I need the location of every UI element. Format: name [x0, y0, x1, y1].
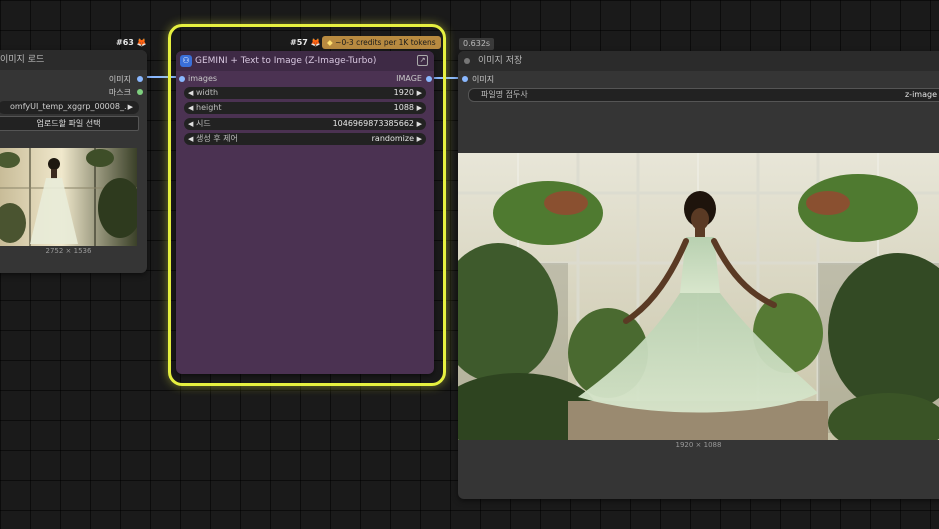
fox-icon: 🦊 [136, 38, 147, 47]
save-image-node-header[interactable]: 이미지 저장 [458, 51, 939, 71]
filename-arrow-right-icon[interactable]: ▶ [128, 101, 133, 113]
input-label-image: 이미지 [472, 75, 495, 84]
width-widget[interactable]: ◀ width 1920 ▶ [184, 87, 426, 99]
filename-combo[interactable]: omfyUI_temp_xggrp_00008_. ▶ [0, 101, 139, 114]
output-label-image-upper: IMAGE [396, 74, 422, 83]
width-value: 1920 [393, 88, 414, 97]
seed-label: 시드 [196, 119, 211, 128]
output-label-image: 이미지 [108, 75, 131, 84]
increment-arrow-icon[interactable]: ▶ [417, 87, 422, 99]
gemini-node[interactable]: ⚇ GEMINI + Text to Image (Z-Image-Turbo)… [176, 51, 434, 374]
credits-badge: ◆ ~0-3 credits per 1K tokens [322, 36, 441, 49]
height-value: 1088 [393, 103, 414, 112]
gemini-node-id-text: #57 [290, 38, 308, 47]
output-port-image[interactable] [137, 76, 143, 82]
decrement-arrow-icon[interactable]: ◀ [188, 102, 193, 114]
output-port-mask[interactable] [137, 89, 143, 95]
upload-file-button[interactable]: 업로드할 파일 선택 [0, 116, 139, 131]
output-port-image-upper[interactable] [426, 76, 432, 82]
save-preview-svg [458, 153, 939, 440]
gemini-node-title: GEMINI + Text to Image (Z-Image-Turbo) [195, 56, 377, 66]
increment-arrow-icon[interactable]: ▶ [417, 133, 422, 145]
filename-prefix-label: 파일명 접두사 [481, 90, 528, 99]
input-port-image[interactable] [462, 76, 468, 82]
save-image-dims: 1920 × 1088 [675, 441, 722, 449]
load-node-id: #63 🦊 [116, 38, 147, 47]
load-image-node-header[interactable]: 이미지 로드 [0, 50, 147, 70]
save-image-node-title: 이미지 저장 [478, 56, 523, 66]
height-label: height [196, 103, 222, 112]
filename-prefix-widget[interactable]: 파일명 접두사 z-image [468, 88, 939, 102]
load-preview-svg [0, 148, 137, 246]
increment-arrow-icon[interactable]: ▶ [417, 102, 422, 114]
gemini-node-id: #57 🦊 [290, 38, 321, 47]
load-node-id-text: #63 [116, 38, 134, 47]
fox-icon: 🦊 [310, 38, 321, 47]
gemini-node-icon: ⚇ [180, 55, 192, 67]
load-image-node[interactable]: 이미지 로드 이미지 마스크 omfyUI_temp_xggrp_00008_.… [0, 50, 147, 273]
seed-widget[interactable]: ◀ 시드 1046969873385662 ▶ [184, 118, 426, 130]
height-widget[interactable]: ◀ height 1088 ▶ [184, 102, 426, 114]
input-port-images[interactable] [179, 76, 185, 82]
save-node-status-dot [464, 58, 470, 64]
save-image-node[interactable]: 이미지 저장 이미지 파일명 접두사 z-image 1920 × 1088 [458, 51, 939, 499]
control-after-generate-label: 생성 후 제어 [196, 134, 238, 143]
input-label-images: images [188, 74, 218, 83]
decrement-arrow-icon[interactable]: ◀ [188, 118, 193, 130]
load-image-preview [0, 148, 137, 246]
increment-arrow-icon[interactable]: ▶ [417, 118, 422, 130]
seed-value: 1046969873385662 [332, 119, 414, 128]
save-image-preview [458, 153, 939, 440]
credits-text: ~0-3 credits per 1K tokens [335, 38, 436, 47]
control-after-generate-widget[interactable]: ◀ 생성 후 제어 randomize ▶ [184, 133, 426, 145]
gemini-node-header[interactable]: ⚇ GEMINI + Text to Image (Z-Image-Turbo)… [176, 51, 434, 71]
filename-value: omfyUI_temp_xggrp_00008_. [10, 102, 127, 111]
width-label: width [196, 88, 219, 97]
expand-icon[interactable]: ↗ [417, 55, 428, 66]
credits-diamond-icon: ◆ [327, 38, 333, 47]
load-image-dims: 2752 × 1536 [45, 247, 92, 255]
output-label-mask: 마스크 [108, 88, 131, 97]
control-after-generate-value: randomize [371, 134, 414, 143]
decrement-arrow-icon[interactable]: ◀ [188, 133, 193, 145]
timing-badge: 0.632s [459, 38, 495, 50]
load-image-node-title: 이미지 로드 [0, 55, 45, 65]
decrement-arrow-icon[interactable]: ◀ [188, 87, 193, 99]
filename-prefix-value: z-image [904, 90, 937, 99]
